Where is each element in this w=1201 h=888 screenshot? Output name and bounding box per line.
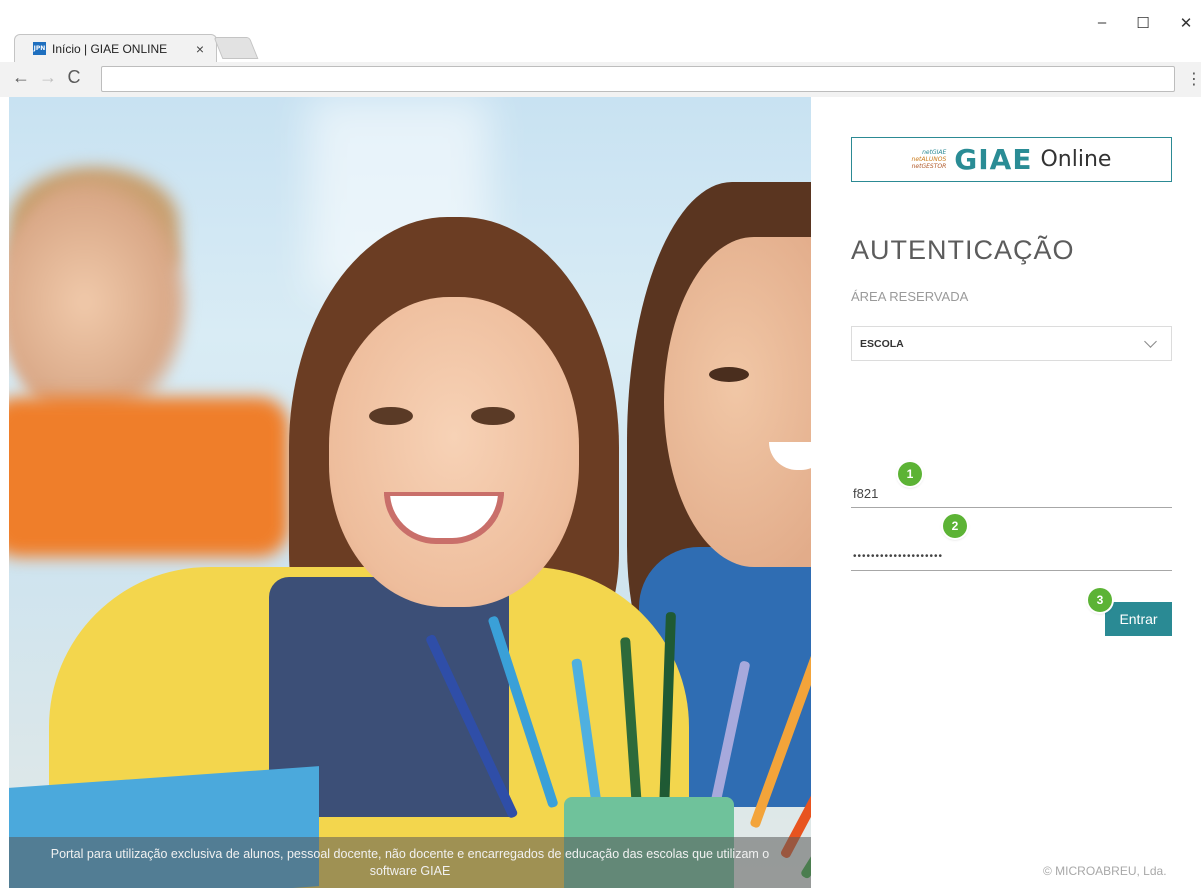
reload-icon[interactable]: C	[63, 67, 85, 88]
step-badge: 2	[943, 514, 967, 538]
login-panel: netGIAE netALUNOS netGESTOR GIAE Online …	[811, 97, 1201, 888]
close-tab-icon[interactable]: ×	[196, 41, 204, 57]
school-select[interactable]: ESCOLA	[851, 326, 1172, 361]
navigation-bar: ← → C ⋮	[0, 62, 1201, 97]
logo-suffix: Online	[1040, 147, 1112, 172]
footer-banner: Portal para utilização exclusiva de alun…	[9, 837, 811, 888]
giae-logo: netGIAE netALUNOS netGESTOR GIAE Online	[851, 137, 1172, 182]
username-field	[851, 480, 1172, 508]
minimize-icon[interactable]: –	[1087, 14, 1117, 31]
chevron-down-icon	[1144, 334, 1157, 348]
new-tab-button[interactable]	[213, 37, 259, 59]
login-button[interactable]: Entrar	[1105, 602, 1172, 636]
logo-line: netGIAE	[922, 149, 947, 156]
logo-product-list: netGIAE netALUNOS netGESTOR	[912, 149, 947, 170]
right-girl-eye	[709, 367, 749, 382]
center-girl-face	[329, 297, 579, 607]
step-badge: 1	[898, 462, 922, 486]
browser-chrome: JPN Início | GIAE ONLINE × – ☐ ✕ ← → C ⋮	[0, 0, 1201, 97]
title-bar: JPN Início | GIAE ONLINE × – ☐ ✕	[0, 0, 1201, 62]
close-window-icon[interactable]: ✕	[1171, 14, 1201, 32]
tab-title: Início | GIAE ONLINE	[52, 41, 168, 56]
logo-line: netALUNOS	[911, 156, 947, 163]
browser-menu-icon[interactable]: ⋮	[1186, 69, 1201, 89]
page-title: AUTENTICAÇÃO	[851, 235, 1075, 265]
background-boy-shirt	[9, 397, 289, 557]
page-subtitle: ÁREA RESERVADA	[851, 289, 969, 304]
logo-brand: GIAE	[954, 143, 1033, 176]
maximize-icon[interactable]: ☐	[1128, 14, 1158, 32]
hero-photo	[9, 97, 811, 888]
browser-tab[interactable]: JPN Início | GIAE ONLINE ×	[14, 34, 217, 62]
center-girl-left-eye	[369, 407, 413, 425]
center-girl-right-eye	[471, 407, 515, 425]
logo-line: netGESTOR	[911, 163, 947, 170]
copyright-text: © MICROABREU, Lda.	[1043, 864, 1167, 878]
background-boy-face	[9, 177, 189, 427]
address-bar[interactable]	[101, 66, 1175, 92]
school-select-value: ESCOLA	[860, 337, 904, 350]
favicon-icon: JPN	[33, 42, 46, 55]
step-badge: 3	[1088, 588, 1112, 612]
back-arrow-icon[interactable]: ←	[10, 67, 32, 88]
footer-text: Portal para utilização exclusiva de alun…	[50, 846, 770, 878]
password-field	[851, 543, 1172, 571]
username-input[interactable]	[851, 480, 1172, 507]
forward-arrow-icon[interactable]: →	[37, 67, 59, 88]
password-input[interactable]	[851, 543, 1172, 570]
